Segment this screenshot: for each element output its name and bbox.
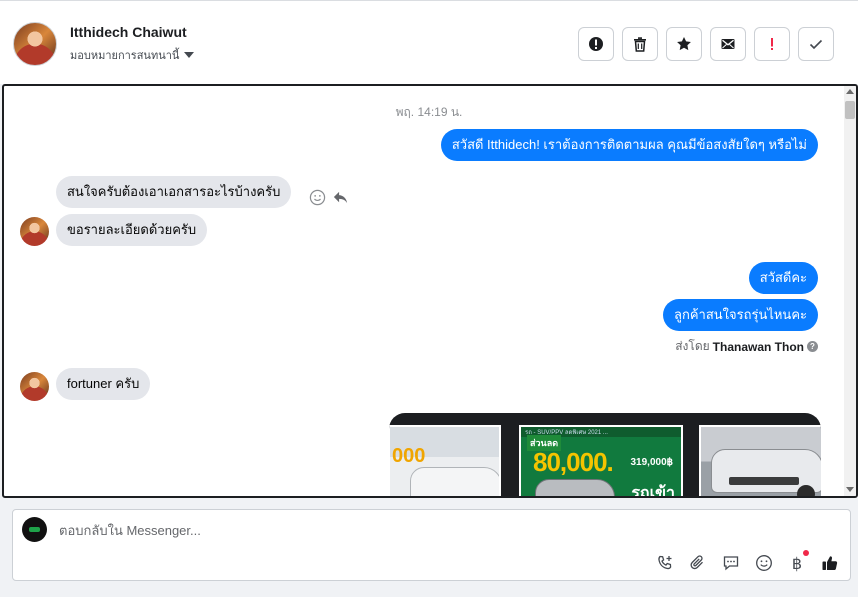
contact-avatar-small [20,217,49,246]
message-bubble-outgoing[interactable]: สวัสดีคะ [748,262,818,294]
like-button[interactable] [820,553,840,573]
scroll-down-arrow-icon[interactable] [846,487,854,492]
payment-icon: ฿ [791,553,803,573]
call-add-icon [658,555,672,570]
star-button[interactable] [666,27,702,61]
message-actions [309,189,349,206]
wheel-shape [797,485,815,496]
star-icon [677,37,691,51]
delete-button[interactable] [622,27,658,61]
composer-actions: ฿ [655,550,840,573]
help-icon[interactable]: ? [807,341,818,352]
assign-label: มอบหมายการสนทนานี้ [70,50,180,62]
emoji-icon [756,555,772,571]
message-bubble-incoming[interactable]: fortuner ครับ [56,368,151,400]
message-bubble-outgoing[interactable]: สวัสดี Itthidech! เราต้องการติดตามผล คุณ… [440,129,818,161]
card-headline: 000 [392,445,426,467]
saved-replies-button[interactable] [721,553,741,573]
exclamation-icon [771,38,773,50]
product-card-promo[interactable]: รถ - SUV/PPV ลดพิเศษ 2021 ... ส่วนลด 80,… [519,425,683,498]
message-thread[interactable]: พฤ. 14:19 น. สวัสดี Itthidech! เราต้องกา… [2,84,858,498]
message-bubble-incoming[interactable]: สนใจครับต้องเอาเอกสารอะไรบ้างครับ [56,176,292,208]
message-bubble-outgoing[interactable]: ลูกค้าสนใจรถรุ่นไหนคะ [662,299,818,331]
page-avatar [22,517,47,542]
car-grille-shape [729,477,799,485]
car-image [535,479,615,496]
reply-composer: ฿ [12,509,851,581]
message-timestamp: พฤ. 14:19 น. [395,105,463,119]
reply-input[interactable] [59,523,559,538]
card-headline: 80,000. [533,447,614,477]
card-price: 319,000฿ [630,457,673,468]
thumbs-up-icon [822,556,838,570]
sent-by-prefix: ส่งโดย [675,339,710,353]
follow-up-button[interactable] [754,27,790,61]
spam-button[interactable] [578,27,614,61]
reply-icon[interactable] [332,189,349,206]
payment-button[interactable]: ฿ [787,550,809,573]
product-card-pajero[interactable]: 000 [389,425,501,498]
mark-unread-button[interactable] [710,27,746,61]
message-bubble-incoming[interactable]: ขอรายละเอียดด้วยครับ [56,214,208,246]
conversation-header: Itthidech Chaiwut มอบหมายการสนทนานี้ [0,0,858,84]
envelope-icon [721,39,735,49]
notification-dot [803,550,809,556]
call-add-button[interactable] [655,553,675,573]
car-image [410,467,499,496]
contact-avatar-small [20,372,49,401]
sent-by-label: ส่งโดย Thanawan Thon ? [675,337,818,356]
thread-scrollbar[interactable] [844,86,856,496]
assign-conversation-dropdown[interactable]: มอบหมายการสนทนานี้ [70,46,195,64]
sent-by-agent: Thanawan Thon [712,339,804,354]
scroll-up-arrow-icon[interactable] [846,89,854,94]
wheel-shape [418,497,434,498]
saved-replies-icon [723,556,739,571]
alert-circle-icon [589,37,603,51]
mark-done-button[interactable] [798,27,834,61]
contact-avatar[interactable] [13,22,57,66]
attachment-icon [690,555,703,570]
caret-down-icon [184,52,195,58]
conversation-toolbar [578,27,834,61]
bottom-strip [0,590,858,597]
contact-name[interactable]: Itthidech Chaiwut [70,24,187,40]
product-carousel[interactable]: 000 รถ - SUV/PPV ลดพิเศษ 2021 ... ส่วนลด… [389,413,821,498]
attach-button[interactable] [688,553,708,573]
card-tag: รถเข้า [631,485,675,498]
check-icon [809,39,823,50]
product-card-fortuner[interactable] [699,425,821,496]
scroll-thumb[interactable] [845,101,855,119]
emoji-button[interactable] [754,553,774,573]
trash-icon [634,37,646,52]
inbox-conversation: Itthidech Chaiwut มอบหมายการสนทนานี้ พฤ.… [0,0,858,597]
react-emoji-icon[interactable] [309,189,326,206]
